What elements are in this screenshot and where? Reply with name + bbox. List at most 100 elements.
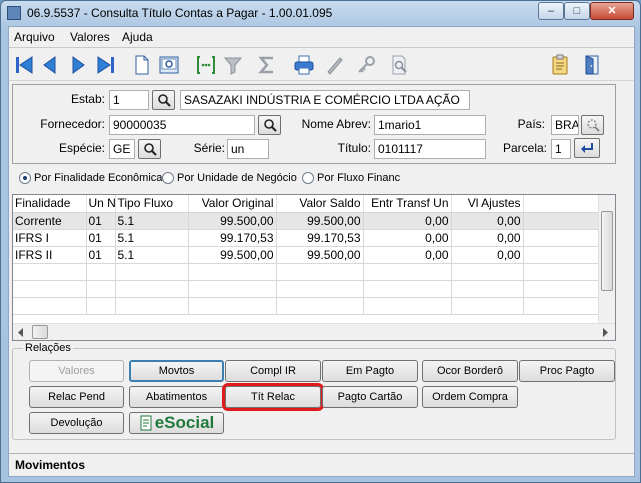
cell-valor-original: 99.500,00 bbox=[188, 212, 277, 230]
view-mode-radio-group: Por Finalidade Econômica Por Unidade de … bbox=[16, 168, 616, 190]
estab-name-field: SASAZAKI INDÚSTRIA E COMÉRCIO LTDA AÇÃO bbox=[180, 90, 470, 110]
menu-arquivo[interactable]: Arquivo bbox=[14, 30, 55, 44]
menu-valores[interactable]: Valores bbox=[70, 30, 110, 44]
compl-ir-button[interactable]: Compl IR bbox=[225, 360, 321, 382]
esocial-button[interactable]: eSocial bbox=[129, 412, 224, 434]
column-header[interactable]: Valor Original bbox=[188, 195, 277, 213]
first-icon[interactable] bbox=[11, 52, 37, 78]
pais-label: País: bbox=[517, 117, 545, 131]
cell-finalidade: IFRS I bbox=[13, 229, 87, 247]
go-button[interactable] bbox=[574, 138, 600, 158]
cell-finalidade: Corrente bbox=[13, 212, 87, 230]
valores-button[interactable]: Valores bbox=[29, 360, 124, 382]
especie-label: Espécie: bbox=[58, 141, 105, 155]
radio-label: Por Fluxo Financ bbox=[317, 172, 401, 184]
previous-icon[interactable] bbox=[37, 52, 63, 78]
vertical-scroll-thumb[interactable] bbox=[601, 211, 613, 291]
column-header[interactable]: Tipo Fluxo bbox=[115, 195, 189, 213]
ocor-bordero-button[interactable]: Ocor Borderô bbox=[422, 360, 518, 382]
close-button[interactable]: ✕ bbox=[590, 2, 634, 20]
client-area: Arquivo Valores Ajuda Estab: 1 SASAZAKI … bbox=[8, 26, 635, 477]
filter-icon[interactable] bbox=[220, 52, 246, 78]
maximize-button[interactable]: □ bbox=[564, 2, 590, 20]
estab-search-button[interactable] bbox=[152, 90, 175, 110]
table-row[interactable]: Corrente 01 5.1 99.500,00 99.500,00 0,00… bbox=[13, 212, 614, 230]
parcela-field[interactable]: 1 bbox=[551, 139, 571, 159]
table-header-row: Finalidade Un N Tipo Fluxo Valor Origina… bbox=[13, 195, 614, 213]
horizontal-scrollbar[interactable] bbox=[13, 323, 615, 340]
cell-valor-saldo: 99.500,00 bbox=[276, 246, 364, 264]
header-fields-panel: Estab: 1 SASAZAKI INDÚSTRIA E COMÉRCIO L… bbox=[12, 84, 616, 164]
pais-zoom-button[interactable] bbox=[581, 115, 604, 135]
cell-tipo-fluxo: 5.1 bbox=[115, 212, 189, 230]
em-pagto-button[interactable]: Em Pagto bbox=[322, 360, 418, 382]
movtos-button[interactable]: Movtos bbox=[129, 360, 224, 382]
abatimentos-button[interactable]: Abatimentos bbox=[129, 386, 224, 408]
horizontal-scroll-thumb[interactable] bbox=[32, 325, 48, 339]
minimize-button[interactable]: – bbox=[538, 2, 564, 20]
exit-door-icon[interactable] bbox=[579, 52, 605, 78]
estab-field[interactable]: 1 bbox=[109, 90, 149, 110]
table-row-empty bbox=[13, 263, 614, 281]
devolucao-button[interactable]: Devolução bbox=[29, 412, 124, 434]
edit-pencil-icon[interactable] bbox=[322, 52, 348, 78]
esocial-logo: eSocial bbox=[154, 413, 215, 432]
serie-field[interactable]: un bbox=[227, 139, 269, 159]
title-bar[interactable]: 06.9.5537 - Consulta Título Contas a Pag… bbox=[1, 1, 640, 25]
sum-icon[interactable] bbox=[254, 52, 280, 78]
column-header[interactable]: Finalidade bbox=[13, 195, 87, 213]
cell-valor-saldo: 99.500,00 bbox=[276, 212, 364, 230]
status-bar: Movimentos bbox=[9, 453, 634, 475]
clipboard-icon[interactable] bbox=[547, 52, 573, 78]
pagto-cartao-button[interactable]: Pagto Cartão bbox=[322, 386, 418, 408]
column-header[interactable]: Vl Ajustes bbox=[451, 195, 524, 213]
nome-abrev-label: Nome Abrev: bbox=[301, 117, 371, 131]
next-icon[interactable] bbox=[65, 52, 91, 78]
cell-valor-original: 99.170,53 bbox=[188, 229, 277, 247]
radio-fluxo-financ[interactable]: Por Fluxo Financ bbox=[302, 172, 400, 184]
select-icon[interactable] bbox=[193, 52, 219, 78]
last-icon[interactable] bbox=[93, 52, 119, 78]
vertical-scrollbar[interactable] bbox=[598, 195, 615, 324]
cell-valor-original: 99.500,00 bbox=[188, 246, 277, 264]
new-document-icon[interactable] bbox=[129, 52, 155, 78]
table-row[interactable]: IFRS II 01 5.1 99.500,00 99.500,00 0,00 … bbox=[13, 246, 614, 264]
cell-tipo-fluxo: 5.1 bbox=[115, 246, 189, 264]
proc-pagto-button[interactable]: Proc Pagto bbox=[519, 360, 615, 382]
relac-pend-button[interactable]: Relac Pend bbox=[29, 386, 124, 408]
relacoes-title: Relações bbox=[23, 342, 73, 354]
values-table: Finalidade Un N Tipo Fluxo Valor Origina… bbox=[12, 194, 616, 341]
menu-bar: Arquivo Valores Ajuda bbox=[9, 27, 634, 47]
column-header[interactable]: Un N bbox=[86, 195, 116, 213]
tit-relac-button[interactable]: Tít Relac bbox=[222, 383, 324, 411]
estab-label: Estab: bbox=[70, 92, 105, 106]
table-row[interactable]: IFRS I 01 5.1 99.170,53 99.170,53 0,00 0… bbox=[13, 229, 614, 247]
radio-label: Por Unidade de Negócio bbox=[177, 172, 297, 184]
serie-label: Série: bbox=[193, 141, 225, 155]
especie-search-button[interactable] bbox=[138, 139, 161, 159]
fornecedor-field[interactable]: 90000035 bbox=[109, 115, 255, 135]
titulo-field[interactable]: 0101117 bbox=[374, 139, 486, 159]
enter-arrow-icon bbox=[581, 143, 593, 153]
preview-icon[interactable] bbox=[156, 52, 182, 78]
cell-un: 01 bbox=[86, 212, 116, 230]
cell-vl-ajustes: 0,00 bbox=[451, 212, 524, 230]
cell-entr-transf: 0,00 bbox=[363, 229, 452, 247]
column-header[interactable]: Entr Transf Un bbox=[363, 195, 452, 213]
esocial-mark-icon bbox=[140, 415, 152, 431]
radio-dot bbox=[302, 172, 314, 184]
cell-entr-transf: 0,00 bbox=[363, 246, 452, 264]
key-icon[interactable] bbox=[354, 52, 380, 78]
especie-field[interactable]: GE bbox=[109, 139, 135, 159]
cell-tipo-fluxo: 5.1 bbox=[115, 229, 189, 247]
column-header[interactable]: Valor Saldo bbox=[276, 195, 364, 213]
search-document-icon[interactable] bbox=[387, 52, 413, 78]
radio-unidade-negocio[interactable]: Por Unidade de Negócio bbox=[162, 172, 297, 184]
print-icon[interactable] bbox=[291, 52, 317, 78]
menu-ajuda[interactable]: Ajuda bbox=[122, 30, 153, 44]
titulo-label: Título: bbox=[337, 141, 371, 155]
radio-finalidade-economica[interactable]: Por Finalidade Econômica bbox=[19, 172, 162, 184]
cell-vl-ajustes: 0,00 bbox=[451, 229, 524, 247]
ordem-compra-button[interactable]: Ordem Compra bbox=[422, 386, 518, 408]
fornecedor-search-button[interactable] bbox=[258, 115, 281, 135]
